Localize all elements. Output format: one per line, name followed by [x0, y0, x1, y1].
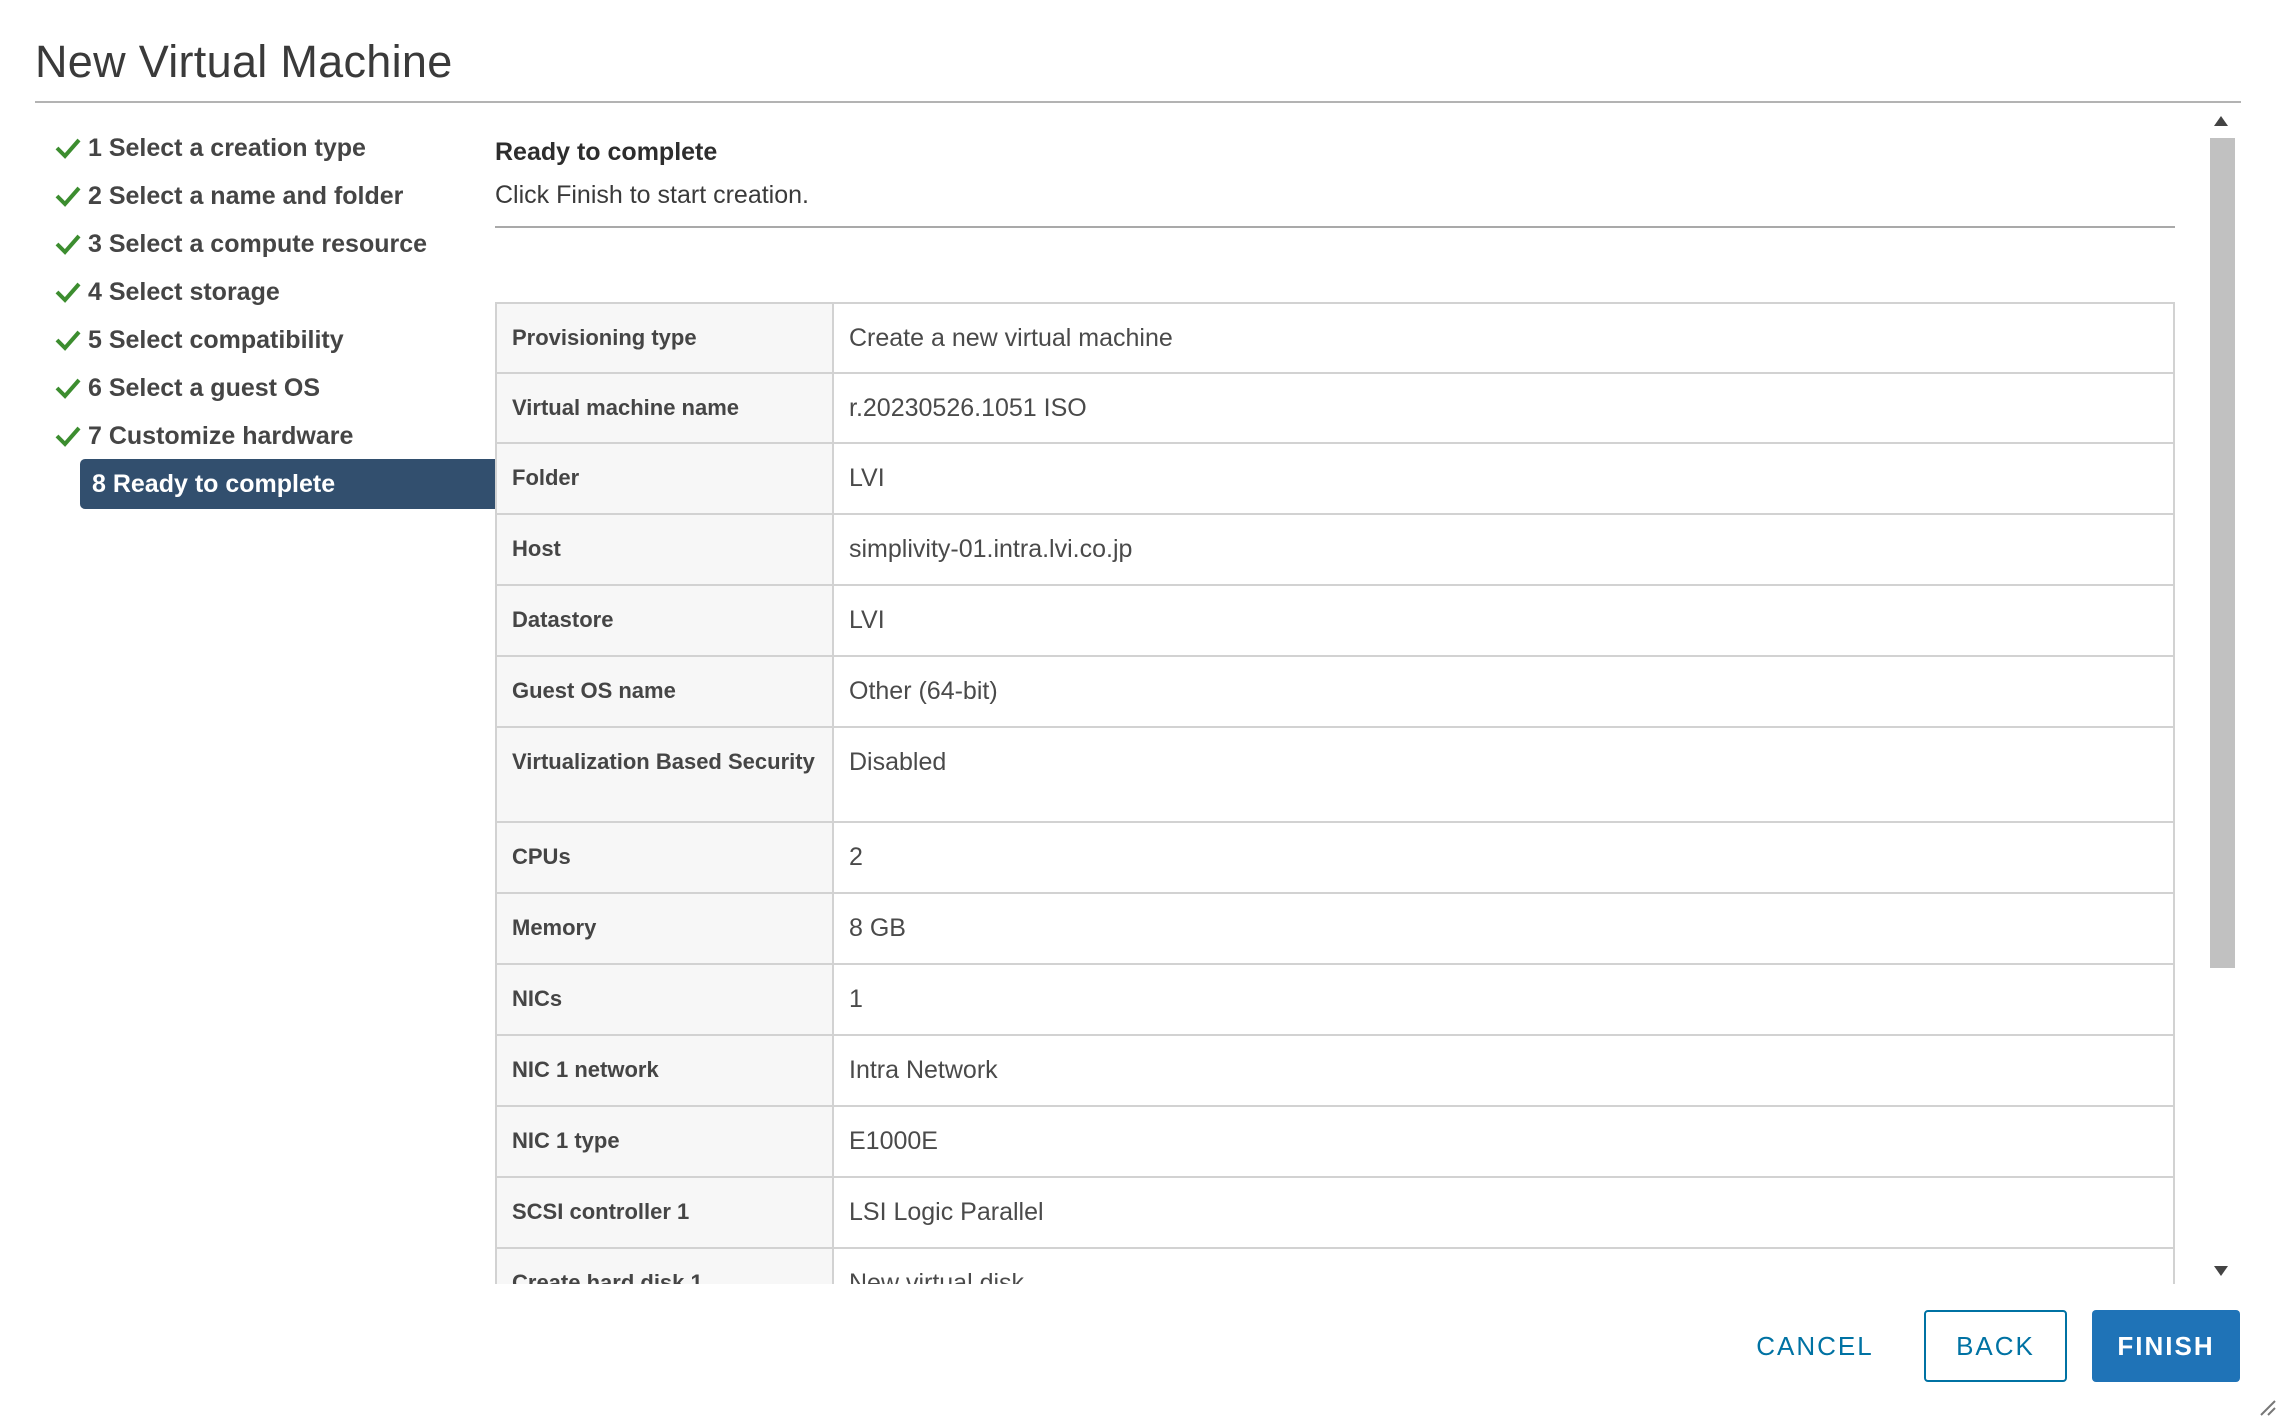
step-7[interactable]: 7 Customize hardware: [48, 412, 468, 460]
content-panel[interactable]: Ready to complete Click Finish to start …: [495, 104, 2210, 1284]
row-key: Virtualization Based Security: [495, 726, 834, 823]
step-2[interactable]: 2 Select a name and folder: [48, 172, 468, 220]
row-key: Datastore: [495, 584, 834, 657]
step-label: 4 Select storage: [88, 277, 280, 306]
scroll-down-arrow-icon[interactable]: [2207, 1258, 2235, 1284]
content-title: Ready to complete: [495, 138, 718, 166]
row-value: LVI: [832, 584, 2175, 657]
table-row: Provisioning type Create a new virtual ma…: [495, 302, 2175, 374]
checkmark-icon: [48, 220, 88, 268]
table-row: Virtual machine name r.20230526.1051 ISO: [495, 372, 2175, 444]
row-key: CPUs: [495, 821, 834, 894]
finish-button[interactable]: FINISH: [2092, 1310, 2240, 1382]
row-value: LVI: [832, 442, 2175, 515]
scroll-up-arrow-icon[interactable]: [2207, 108, 2235, 134]
step-label: 3 Select a compute resource: [88, 229, 428, 258]
row-value: Disabled: [832, 726, 2175, 823]
step-label: 6 Select a guest OS: [88, 373, 321, 402]
step-label: 1 Select a creation type: [88, 133, 366, 162]
step-3[interactable]: 3 Select a compute resource: [48, 220, 468, 268]
row-key: Memory: [495, 892, 834, 965]
step-label: 8 Ready to complete: [92, 469, 336, 498]
back-button[interactable]: BACK: [1924, 1310, 2067, 1382]
row-value: 2: [832, 821, 2175, 894]
step-6[interactable]: 6 Select a guest OS: [48, 364, 468, 412]
table-row: NICs 1: [495, 963, 2175, 1036]
content-description: Click Finish to start creation.: [495, 181, 809, 209]
row-key: SCSI controller 1: [495, 1176, 834, 1249]
row-key: NIC 1 network: [495, 1034, 834, 1107]
summary-table: Provisioning type Create a new virtual ma…: [495, 302, 2175, 1284]
row-value: Other (64-bit): [832, 655, 2175, 728]
new-vm-dialog: New Virtual Machine 1 Select a creation …: [0, 0, 2281, 1421]
scroll-thumb[interactable]: [2210, 138, 2235, 968]
row-value: 1: [832, 963, 2175, 1036]
row-key: Provisioning type: [495, 302, 834, 374]
row-value: E1000E: [832, 1105, 2175, 1178]
dialog-title: New Virtual Machine: [35, 36, 453, 87]
content-divider: [495, 226, 2175, 228]
step-4[interactable]: 4 Select storage: [48, 268, 468, 316]
checkmark-icon: [48, 172, 88, 220]
table-row: Datastore LVI: [495, 584, 2175, 657]
table-row: Memory 8 GB: [495, 892, 2175, 965]
step-label: 5 Select compatibility: [88, 325, 344, 354]
table-row: Folder LVI: [495, 442, 2175, 515]
table-row: NIC 1 network Intra Network: [495, 1034, 2175, 1107]
row-value: 8 GB: [832, 892, 2175, 965]
row-value: simplivity-01.intra.lvi.co.jp: [832, 513, 2175, 586]
row-key: Guest OS name: [495, 655, 834, 728]
table-row: Guest OS name Other (64-bit): [495, 655, 2175, 728]
row-value: LSI Logic Parallel: [832, 1176, 2175, 1249]
row-key: NICs: [495, 963, 834, 1036]
checkmark-icon: [48, 124, 88, 172]
step-8-active[interactable]: 8 Ready to complete: [80, 459, 506, 509]
row-value: New virtual disk: [832, 1247, 2175, 1284]
row-key: NIC 1 type: [495, 1105, 834, 1178]
table-row: SCSI controller 1 LSI Logic Parallel: [495, 1176, 2175, 1249]
checkmark-icon: [48, 364, 88, 412]
row-value: Create a new virtual machine: [832, 302, 2175, 374]
table-row: Virtualization Based Security Disabled: [495, 726, 2175, 823]
step-label: 7 Customize hardware: [88, 421, 354, 450]
step-label: 2 Select a name and folder: [88, 181, 404, 210]
table-row: NIC 1 type E1000E: [495, 1105, 2175, 1178]
step-5[interactable]: 5 Select compatibility: [48, 316, 468, 364]
content-scrollbar[interactable]: [2207, 104, 2235, 1284]
row-key: Host: [495, 513, 834, 586]
checkmark-icon: [48, 268, 88, 316]
resize-grip-icon[interactable]: [2255, 1395, 2277, 1417]
row-value: Intra Network: [832, 1034, 2175, 1107]
row-key: Folder: [495, 442, 834, 515]
row-key: Virtual machine name: [495, 372, 834, 444]
checkmark-icon: [48, 412, 88, 460]
row-value: r.20230526.1051 ISO: [832, 372, 2175, 444]
step-1[interactable]: 1 Select a creation type: [48, 124, 468, 172]
table-row: CPUs 2: [495, 821, 2175, 894]
checkmark-icon: [48, 316, 88, 364]
row-key: Create hard disk 1: [495, 1247, 834, 1284]
cancel-button[interactable]: CANCEL: [1745, 1310, 1885, 1382]
title-divider: [35, 101, 2241, 103]
table-row: Create hard disk 1 New virtual disk: [495, 1247, 2175, 1284]
table-row: Host simplivity-01.intra.lvi.co.jp: [495, 513, 2175, 586]
